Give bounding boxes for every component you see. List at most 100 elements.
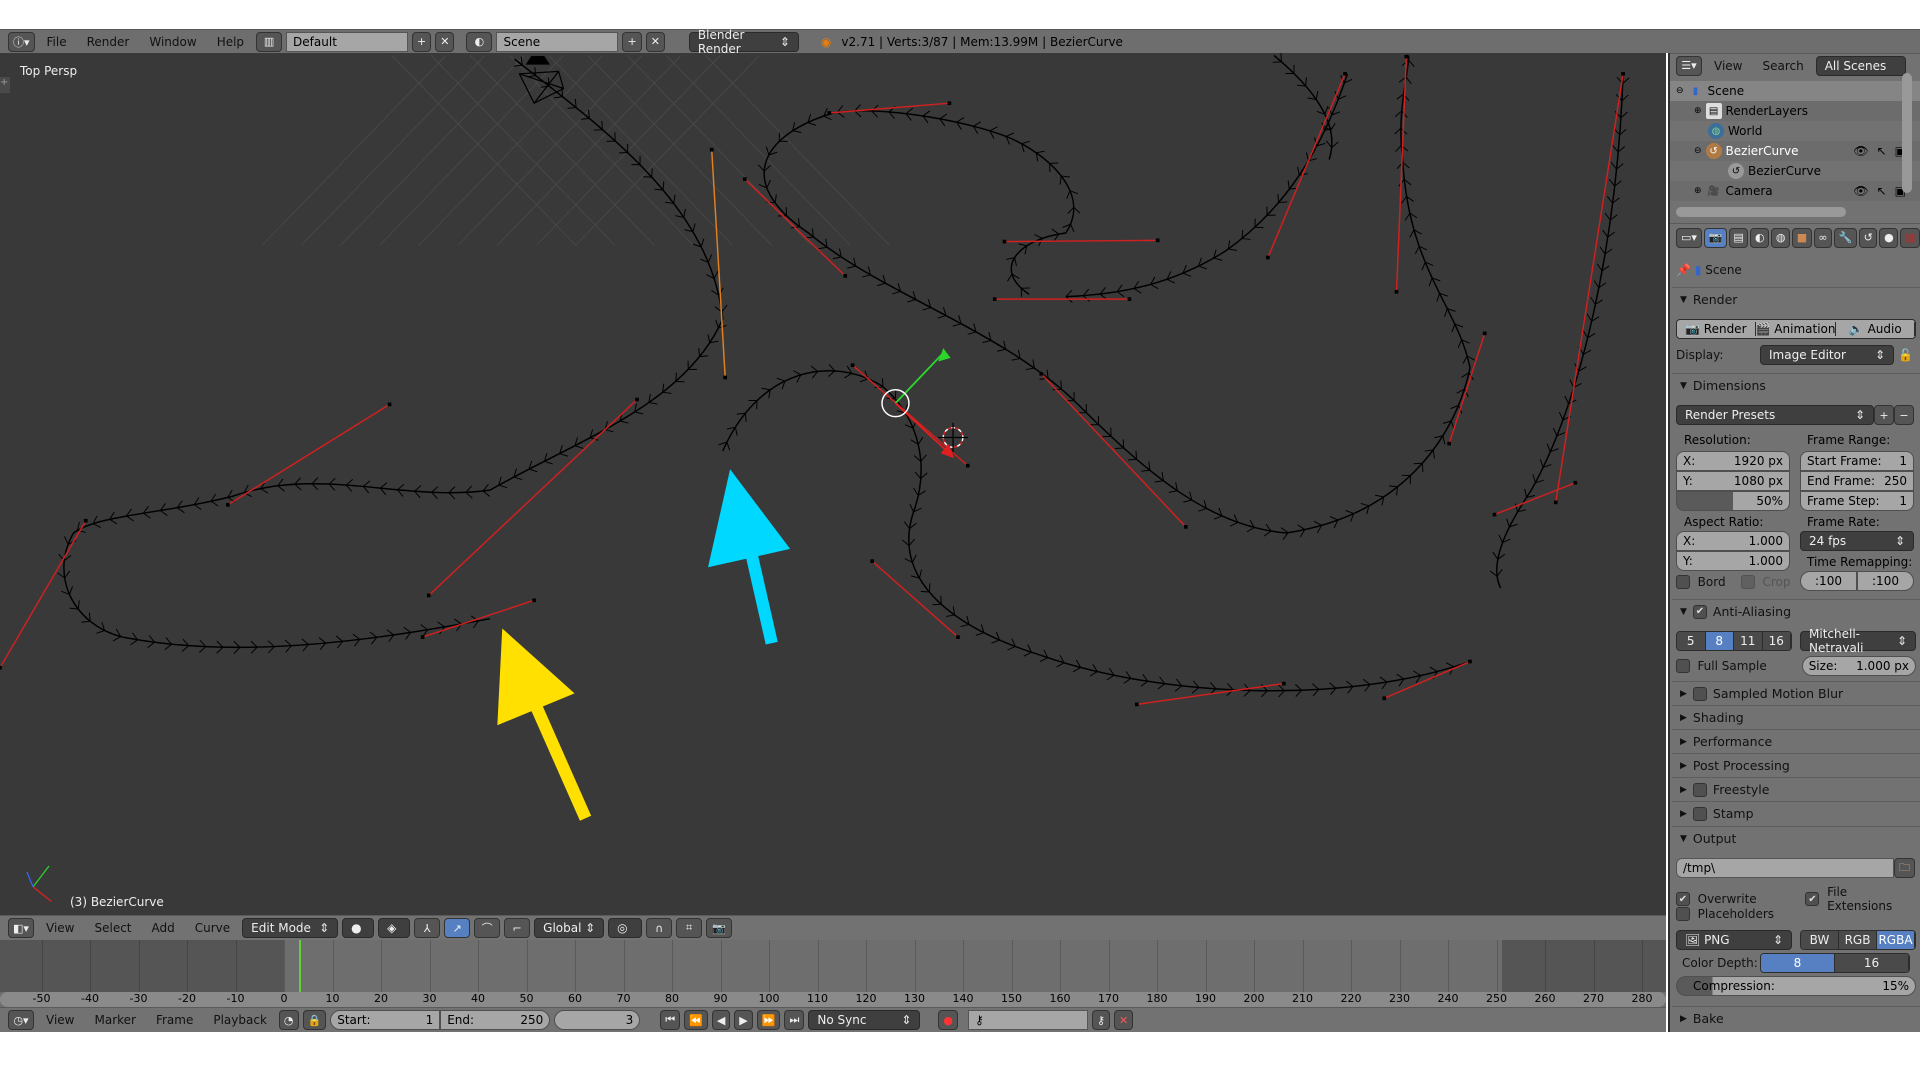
panel-anti-aliasing-header[interactable]: ▼ ✔ Anti-Aliasing	[1672, 599, 1920, 623]
tab-render-layers[interactable]: ▤	[1728, 227, 1749, 248]
audio-button[interactable]: 🔈 Audio	[1836, 322, 1915, 336]
delete-keyframe-icon[interactable]: ✕	[1114, 1010, 1134, 1030]
anti-aliasing-checkbox[interactable]: ✔	[1692, 604, 1707, 619]
outliner-filter-dropdown[interactable]: All Scenes	[1815, 55, 1906, 76]
panel-render-header[interactable]: ▼ Render	[1672, 287, 1920, 311]
orientation-dropdown[interactable]: Global ⇕	[534, 918, 605, 938]
current-frame-indicator[interactable]	[298, 940, 301, 992]
timeline[interactable]: -50 -40 -30 -20 -10 0 10 20 30 40 50 60 70 80 90 100 110…	[0, 940, 1666, 1007]
panel-enable-checkbox[interactable]	[1692, 806, 1707, 821]
outliner-menu-view[interactable]: View	[1706, 59, 1750, 73]
remove-scene-button[interactable]: ✕	[645, 31, 665, 52]
shading-dropdown[interactable]: ●	[342, 918, 375, 938]
start-frame-field[interactable]: Start Frame: 1	[1800, 451, 1914, 471]
3d-viewport[interactable]: Top Persp (3) BezierCurve +	[0, 53, 1666, 915]
play-button[interactable]: ▶	[734, 1010, 753, 1030]
panel-shading-header[interactable]: ▶ Shading	[1672, 705, 1920, 729]
tab-texture[interactable]: ▦	[1900, 227, 1920, 248]
end-frame-field[interactable]: End: 250	[440, 1010, 551, 1030]
start-frame-field[interactable]: Start: 1	[330, 1010, 441, 1030]
resolution-percentage-slider[interactable]: 50%	[1676, 491, 1790, 511]
menu-help[interactable]: Help	[209, 35, 252, 49]
tab-constraints[interactable]: ∞	[1813, 227, 1833, 248]
preview-range-icon[interactable]: ◔	[278, 1010, 299, 1030]
snap-element-icon[interactable]: ⌗	[676, 918, 703, 938]
jump-keyframe-forward-button[interactable]: ⏩	[756, 1010, 781, 1030]
outliner-item-camera[interactable]: ⊕ 🎥 Camera 👁↖▣	[1670, 181, 1920, 201]
tab-render[interactable]: 📷	[1704, 227, 1727, 248]
cdseg-option[interactable]: 16	[1835, 954, 1909, 972]
translate-manipulator-icon[interactable]: ↗	[444, 918, 471, 938]
menu-render[interactable]: Render	[79, 35, 138, 49]
end-frame-field[interactable]: End Frame: 250	[1800, 471, 1914, 491]
screen-layout-icon[interactable]: ▥	[256, 31, 283, 52]
compression-slider[interactable]: Compression: 15%	[1676, 976, 1916, 996]
scene-field[interactable]: Scene	[496, 31, 619, 52]
panel-freestyle-header[interactable]: ▶ Freestyle	[1672, 777, 1920, 801]
panel-dimensions-header[interactable]: ▼ Dimensions	[1672, 373, 1920, 397]
menu-select[interactable]: Select	[86, 921, 139, 935]
menu-file[interactable]: File	[39, 35, 75, 49]
editor-type-properties-button[interactable]: ▭▾	[1676, 227, 1702, 248]
outliner-vscrollbar[interactable]	[1902, 73, 1912, 193]
editor-type-3d-button[interactable]: ◧▾	[8, 918, 34, 938]
output-path-field[interactable]: /tmp\	[1676, 858, 1894, 878]
aaseg-option[interactable]: 5	[1677, 632, 1706, 650]
menu-playback[interactable]: Playback	[205, 1013, 275, 1027]
mode-dropdown[interactable]: Edit Mode ⇕	[242, 918, 339, 938]
outliner-menu-search[interactable]: Search	[1754, 59, 1811, 73]
menu-marker[interactable]: Marker	[86, 1013, 143, 1027]
panel-enable-checkbox[interactable]	[1692, 782, 1707, 797]
add-layout-button[interactable]: +	[412, 31, 432, 52]
frame-step-field[interactable]: Frame Step: 1	[1800, 491, 1914, 511]
file-extensions-checkbox[interactable]: ✔	[1805, 892, 1820, 906]
filter-size-field[interactable]: Size: 1.000 px	[1801, 656, 1916, 676]
scene-icon[interactable]: ◐	[466, 31, 493, 52]
keying-set-field[interactable]: ⚷	[967, 1010, 1088, 1030]
animation-button[interactable]: 🎬 Animation	[1755, 322, 1837, 336]
menu-view[interactable]: View	[38, 921, 82, 935]
panel-stamp-header[interactable]: ▶ Stamp	[1672, 801, 1920, 825]
outliner-item-curve-data[interactable]: ↺ BezierCurve	[1670, 161, 1920, 181]
panel-performance-header[interactable]: ▶ Performance	[1672, 729, 1920, 753]
add-preset-button[interactable]: +	[1874, 405, 1894, 425]
editor-type-outliner-button[interactable]: ☰▾	[1676, 55, 1702, 76]
crop-checkbox[interactable]	[1740, 575, 1755, 589]
aaseg-option[interactable]: 11	[1734, 632, 1763, 650]
cmseg-option[interactable]: RGBA	[1877, 931, 1915, 949]
cmseg-option[interactable]: RGB	[1839, 931, 1877, 949]
panel-sampled-motion-blur-header[interactable]: ▶ Sampled Motion Blur	[1672, 681, 1920, 705]
aaseg-option[interactable]: 16	[1762, 632, 1791, 650]
viewport-canvas[interactable]	[0, 53, 1666, 915]
jump-start-button[interactable]: ⏮	[660, 1010, 681, 1030]
panel-output-header[interactable]: ▼ Output	[1672, 826, 1920, 850]
frame-ruler[interactable]: -50 -40 -30 -20 -10 0 10 20 30 40 50 60 70 80 90 100 110…	[0, 992, 1666, 1007]
current-frame-field[interactable]: 3	[554, 1010, 641, 1030]
lock-interface-icon[interactable]: 🔓	[1898, 348, 1913, 362]
cmseg-option[interactable]: BW	[1801, 931, 1839, 949]
add-scene-button[interactable]: +	[622, 31, 642, 52]
scale-manipulator-icon[interactable]: ⌐	[504, 918, 531, 938]
pivot-dropdown[interactable]: ◈	[378, 918, 411, 938]
menu-frame[interactable]: Frame	[148, 1013, 201, 1027]
tab-scene[interactable]: ◐	[1750, 227, 1770, 248]
aaseg-option[interactable]: 8	[1705, 632, 1734, 650]
panel-enable-checkbox[interactable]	[1692, 686, 1707, 701]
pin-icon[interactable]: 📌	[1676, 263, 1691, 277]
cdseg-option[interactable]: 8	[1761, 954, 1835, 972]
sync-dropdown[interactable]: No Sync ⇕	[808, 1010, 921, 1030]
outliner-item-beziercurve[interactable]: ⊖ ↺ BezierCurve 👁↖▣	[1670, 141, 1920, 161]
jump-keyframe-back-button[interactable]: ⏪	[684, 1010, 708, 1030]
rotate-manipulator-icon[interactable]: ⌒	[474, 918, 501, 938]
proportional-edit-dropdown[interactable]: ◎	[608, 918, 643, 938]
outliner-hscrollbar[interactable]	[1676, 207, 1846, 217]
outliner-item-scene[interactable]: ⊖ ▮ Scene	[1670, 81, 1920, 101]
full-sample-checkbox[interactable]	[1676, 659, 1690, 673]
jump-end-button[interactable]: ⏭	[784, 1010, 805, 1030]
tab-modifiers[interactable]: 🔧	[1834, 227, 1857, 248]
remove-layout-button[interactable]: ✕	[435, 31, 455, 52]
render-still-icon[interactable]: 📷	[706, 918, 733, 938]
menu-window[interactable]: Window	[141, 35, 204, 49]
toolshelf-toggle[interactable]: +	[0, 77, 10, 93]
tab-world[interactable]: ◍	[1771, 227, 1791, 248]
